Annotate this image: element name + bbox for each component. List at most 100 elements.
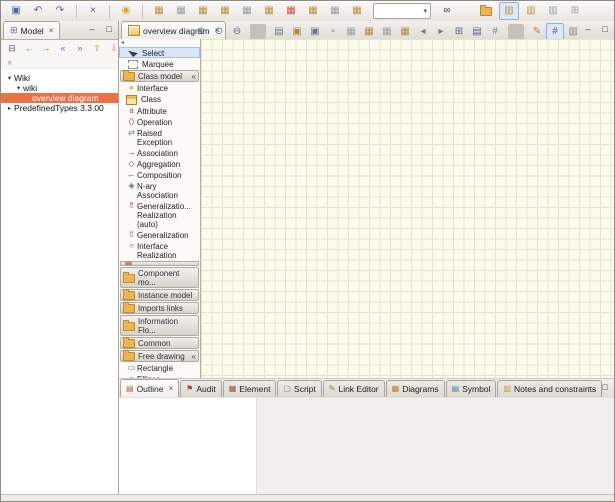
tree-caret-icon[interactable]: ▸: [5, 104, 14, 112]
show-hide-4-button[interactable]: ▦: [396, 23, 414, 40]
tree-node-overview-diagram[interactable]: overview diagram: [1, 93, 118, 103]
section-class-model[interactable]: Class model «: [120, 70, 199, 82]
folder-button[interactable]: [477, 2, 497, 20]
configure-button[interactable]: ×: [83, 2, 103, 20]
undo-button[interactable]: ↶: [28, 2, 48, 20]
palette-collapse-button[interactable]: ◂: [119, 40, 200, 47]
composition-tool[interactable]: ← Composition: [119, 169, 200, 180]
tab-audit[interactable]: ⚑ Audit: [180, 380, 222, 397]
grid-view-button[interactable]: ⊞: [565, 2, 585, 20]
format-pen-button[interactable]: ✎: [528, 23, 546, 40]
tree-caret-icon[interactable]: ▾: [5, 74, 14, 82]
rectangle-tool[interactable]: ▭ Rectangle: [119, 362, 200, 373]
tree-node-wiki-package[interactable]: ▾ wiki: [1, 83, 118, 93]
attribute-tool[interactable]: a Attribute: [119, 105, 200, 116]
pin-icon[interactable]: «: [192, 72, 196, 81]
fit-to-window-button[interactable]: ⊞: [450, 23, 468, 40]
diagram-canvas[interactable]: [201, 39, 614, 378]
link-with-editor-button[interactable]: ▥: [499, 2, 519, 20]
raised-exception-tool[interactable]: ⇄ Raised Exception: [119, 127, 200, 147]
association-tool[interactable]: → Association: [119, 147, 200, 158]
new-window-button[interactable]: ▥: [543, 2, 563, 20]
new-element-button-8[interactable]: ▦: [303, 2, 323, 20]
nary-association-tool[interactable]: ◈ N-ary Association: [119, 180, 200, 200]
generalization-realization-auto-tool[interactable]: ⇑ Generalizatio... Realization (auto): [119, 200, 200, 229]
model-view-tab[interactable]: ⊞ Model ×: [3, 21, 60, 39]
navigate-forward-button[interactable]: →: [38, 41, 54, 57]
new-element-button-6[interactable]: ▦: [259, 2, 279, 20]
tip-button[interactable]: ◉: [116, 2, 136, 20]
scope-combo[interactable]: ▾: [373, 3, 431, 19]
marquee-tool[interactable]: Marquee: [119, 58, 200, 69]
generalization-tool[interactable]: ⇧ Generalization: [119, 229, 200, 240]
show-rulers-button[interactable]: ▥: [564, 23, 582, 40]
show-hide-2-button[interactable]: ▦: [360, 23, 378, 40]
tab-outline[interactable]: ▤ Outline ×: [120, 379, 179, 397]
section-component-model[interactable]: Component mo...: [120, 267, 199, 288]
collapse-all-button[interactable]: ⊟: [4, 41, 20, 57]
interface-realization-tool[interactable]: ○ Interface Realization: [119, 240, 200, 260]
maximize-button[interactable]: □: [103, 24, 115, 35]
section-imports-links[interactable]: Imports links: [120, 302, 199, 314]
close-icon[interactable]: ×: [49, 26, 54, 35]
class-tool[interactable]: Class: [119, 93, 200, 105]
tab-diagrams[interactable]: ▦ Diagrams: [386, 380, 445, 397]
new-element-button-7[interactable]: ▦: [281, 2, 301, 20]
print-button[interactable]: ▤: [270, 23, 288, 40]
zoom-level-button[interactable]: ⊙: [210, 23, 228, 40]
tab-symbol[interactable]: ▤ Symbol: [446, 380, 497, 397]
new-element-button-3[interactable]: ▦: [193, 2, 213, 20]
navigate-back-button[interactable]: ←: [21, 41, 37, 57]
model-view-button[interactable]: ▥: [521, 2, 541, 20]
save-button[interactable]: ▣: [6, 2, 26, 20]
tab-script[interactable]: ▢ Script: [277, 380, 321, 397]
zoom-in-button[interactable]: ⊕: [192, 23, 210, 40]
outline-view-content[interactable]: [119, 398, 257, 495]
new-element-button-1[interactable]: ▦: [149, 2, 169, 20]
move-down-button[interactable]: ⇩: [106, 41, 118, 57]
palette-item-clipped[interactable]: ▦: [120, 261, 199, 266]
select-tool[interactable]: Select: [119, 47, 200, 58]
snap-to-grid-button[interactable]: #: [546, 23, 564, 40]
operation-tool[interactable]: () Operation: [119, 116, 200, 127]
close-icon[interactable]: ×: [169, 384, 174, 393]
pin-icon[interactable]: «: [192, 352, 196, 361]
maximize-button[interactable]: □: [599, 382, 611, 393]
tab-element[interactable]: ▦ Element: [223, 380, 277, 397]
previous-reference-button[interactable]: «: [55, 41, 71, 57]
nudge-left-button[interactable]: ◂: [414, 23, 432, 40]
minimize-button[interactable]: –: [86, 24, 98, 35]
tab-link-editor[interactable]: ✎ Link Editor: [323, 380, 385, 397]
auto-layout-button[interactable]: ▤: [468, 23, 486, 40]
section-free-drawing[interactable]: Free drawing «: [120, 350, 199, 362]
tree-node-predefinedtypes[interactable]: ▸ PredefinedTypes 3.3.00: [1, 103, 118, 113]
maximize-button[interactable]: □: [599, 24, 611, 35]
minimize-button[interactable]: –: [582, 24, 594, 35]
nudge-right-button[interactable]: ▸: [432, 23, 450, 40]
save-image-button[interactable]: ▣: [288, 23, 306, 40]
redo-button[interactable]: ↷: [50, 2, 70, 20]
next-reference-button[interactable]: »: [72, 41, 88, 57]
export-button[interactable]: ▣: [306, 23, 324, 40]
move-up-button[interactable]: ⇧: [89, 41, 105, 57]
new-element-button-2[interactable]: ▦: [171, 2, 191, 20]
select-frame-button[interactable]: ▫: [324, 23, 342, 40]
minimize-button[interactable]: –: [582, 382, 594, 393]
aggregation-tool[interactable]: ◇ Aggregation: [119, 158, 200, 169]
section-instance-model[interactable]: Instance model: [120, 289, 199, 301]
new-element-button-10[interactable]: ▦: [347, 2, 367, 20]
show-grid-button[interactable]: #: [486, 23, 504, 40]
show-hide-3-button[interactable]: ▦: [378, 23, 396, 40]
interface-tool[interactable]: ● Interface: [119, 82, 200, 93]
section-common[interactable]: Common: [120, 337, 199, 349]
zoom-out-button[interactable]: ⊖: [228, 23, 246, 40]
tree-caret-icon[interactable]: ▾: [14, 84, 23, 92]
new-element-button-9[interactable]: ▦: [325, 2, 345, 20]
new-element-button-5[interactable]: ▦: [237, 2, 257, 20]
tree-node-wiki-project[interactable]: ▾ Wiki: [1, 73, 118, 83]
show-hide-1-button[interactable]: ▦: [342, 23, 360, 40]
new-element-button-4[interactable]: ▦: [215, 2, 235, 20]
search-button[interactable]: ∞: [437, 2, 457, 20]
section-information-flows[interactable]: Information Flo...: [120, 315, 199, 336]
view-menu-button[interactable]: ▿: [1, 57, 118, 69]
